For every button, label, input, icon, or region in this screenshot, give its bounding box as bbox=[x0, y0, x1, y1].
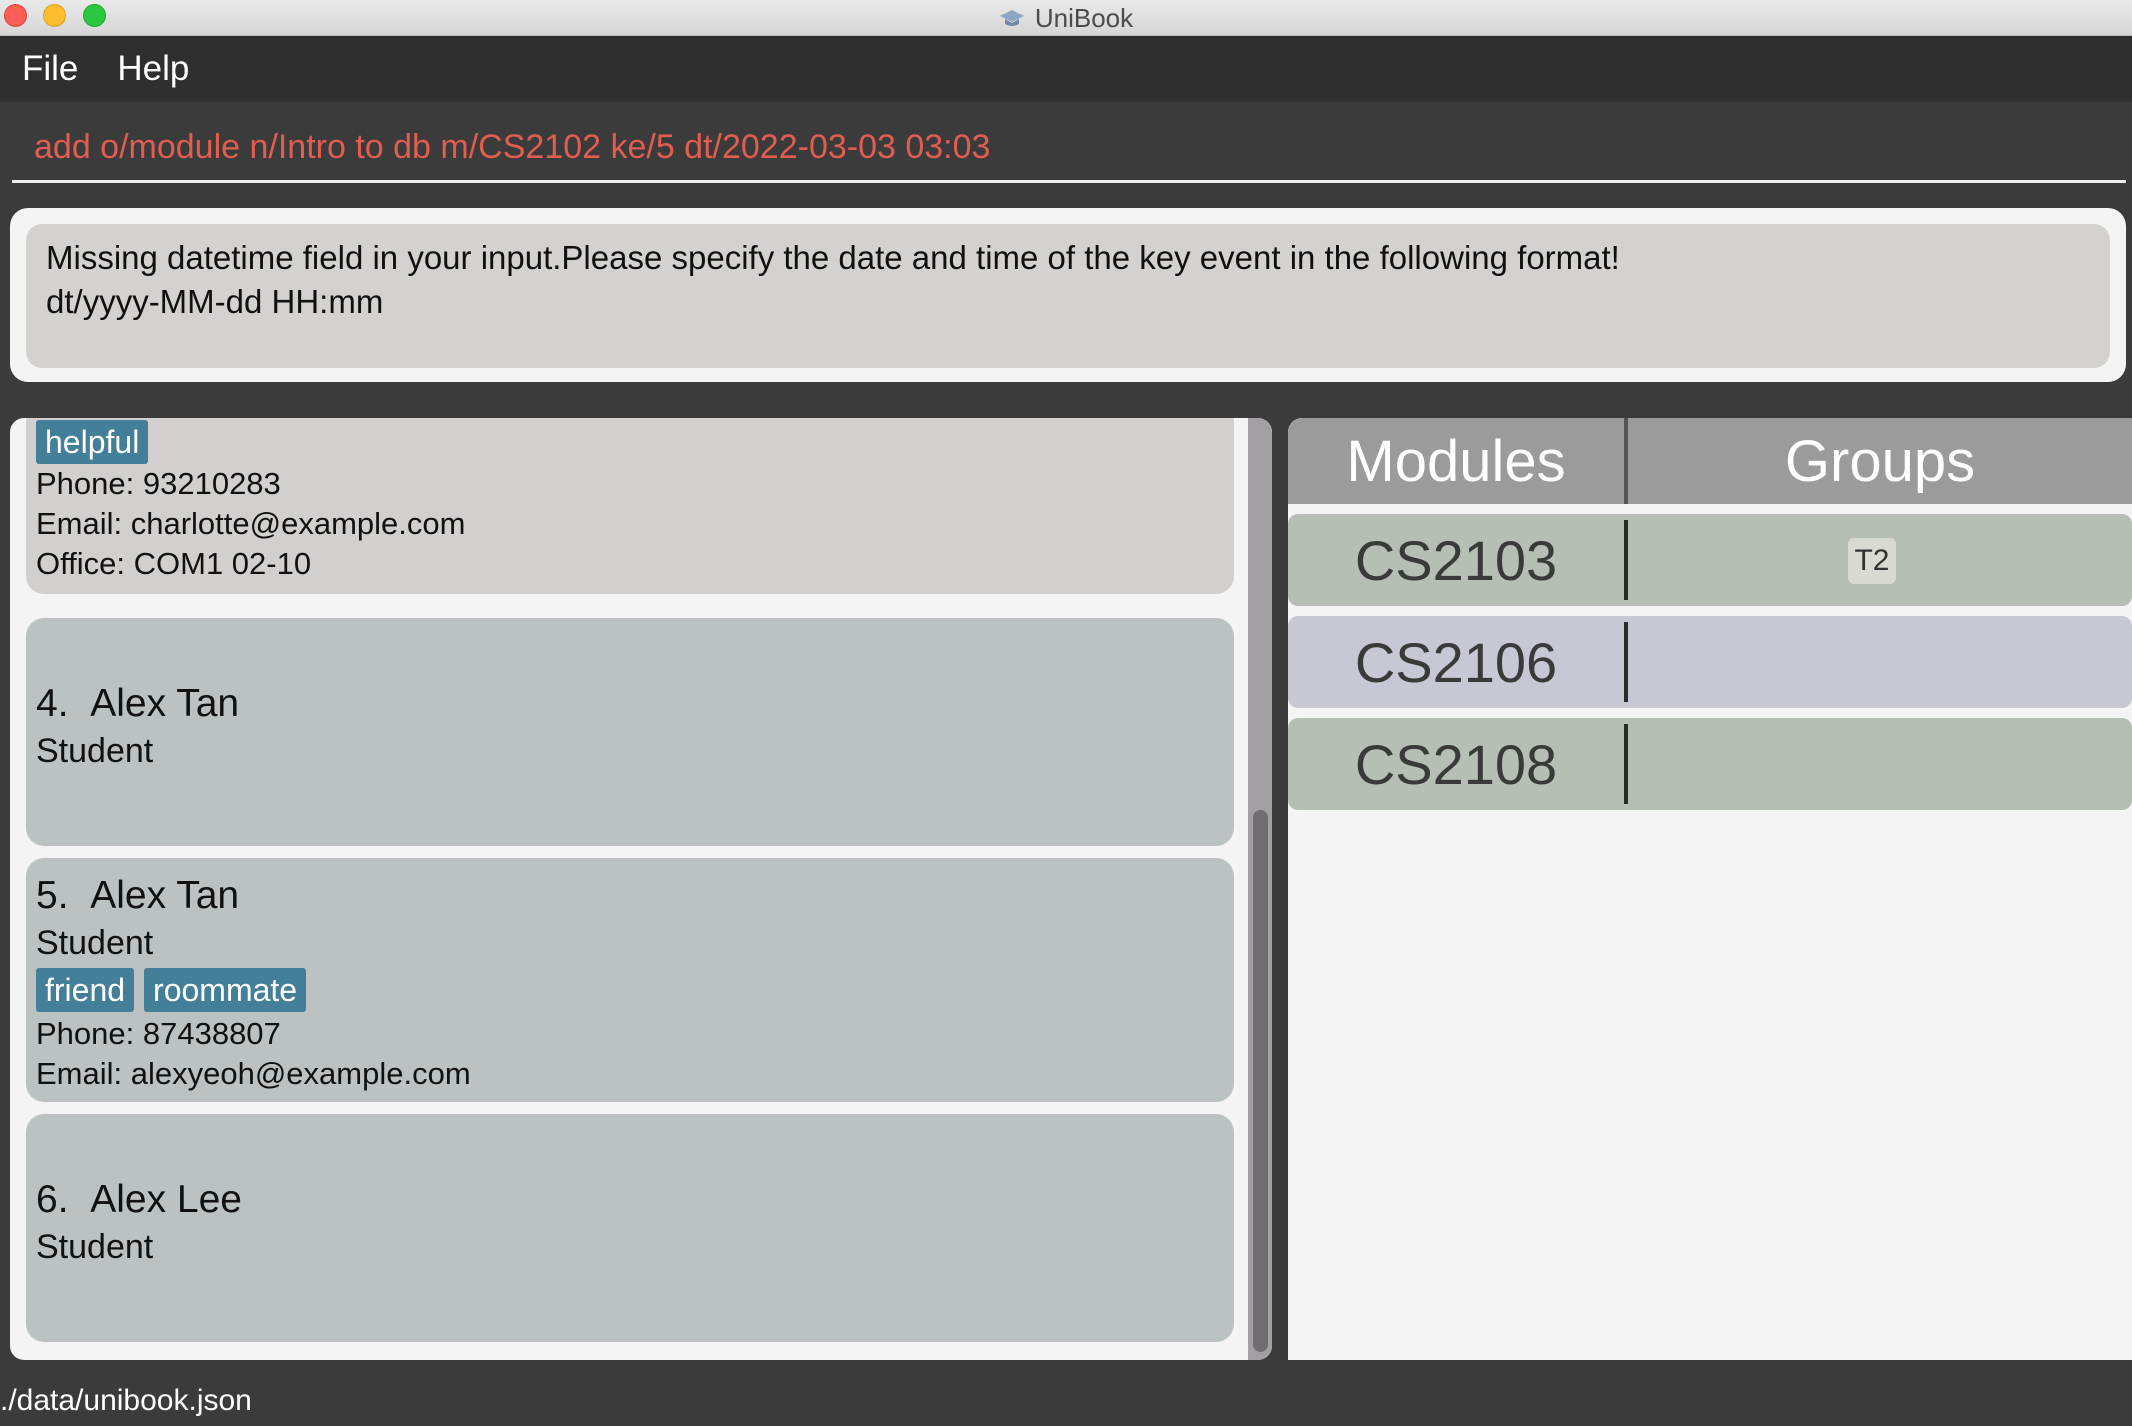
person-name: 5. Alex Tan bbox=[36, 874, 240, 917]
menu-file[interactable]: File bbox=[22, 49, 78, 89]
person-card[interactable]: 4. Alex Tan Student bbox=[26, 618, 1234, 846]
person-office: Office: COM1 02-10 bbox=[36, 546, 312, 581]
tag: helpful bbox=[36, 420, 149, 464]
modules-column-header: Modules bbox=[1346, 428, 1566, 494]
group-badge[interactable]: T2 bbox=[1848, 538, 1896, 584]
person-role: Student bbox=[36, 732, 154, 770]
command-input[interactable]: add o/module n/Intro to db m/CS2102 ke/5… bbox=[34, 128, 990, 167]
command-input-underline bbox=[12, 180, 2126, 183]
menu-bar: File Help bbox=[0, 36, 2132, 102]
tag: roommate bbox=[144, 968, 307, 1012]
person-name: 4. Alex Tan bbox=[36, 682, 240, 725]
person-card[interactable]: helpful Phone: 93210283 Email: charlotte… bbox=[26, 418, 1234, 594]
person-card[interactable]: 6. Alex Lee Student bbox=[26, 1114, 1234, 1342]
module-code: CS2103 bbox=[1354, 528, 1558, 592]
person-role: Student bbox=[36, 1228, 154, 1266]
module-table-header: Modules Groups bbox=[1288, 418, 2132, 504]
person-name: 6. Alex Lee bbox=[36, 1178, 242, 1221]
module-row[interactable]: CS2106 bbox=[1288, 616, 2132, 708]
result-message-line: Missing datetime field in your input.Ple… bbox=[46, 239, 1620, 276]
result-format-line: dt/yyyy-MM-dd HH:mm bbox=[46, 283, 384, 320]
tag: friend bbox=[36, 968, 135, 1012]
module-code: CS2106 bbox=[1354, 630, 1558, 694]
person-card[interactable]: 5. Alex Tan Student friend roommate Phone… bbox=[26, 858, 1234, 1102]
module-row[interactable]: CS2108 bbox=[1288, 718, 2132, 810]
person-list-scrollbar-thumb[interactable] bbox=[1253, 810, 1268, 1352]
person-phone: Phone: 87438807 bbox=[36, 1016, 281, 1051]
person-email: Email: charlotte@example.com bbox=[36, 506, 466, 541]
row-divider bbox=[1624, 622, 1628, 702]
row-divider bbox=[1624, 520, 1628, 600]
window-title-text: UniBook bbox=[1034, 2, 1134, 33]
status-bar: ./data/unibook.json bbox=[0, 1380, 2132, 1426]
person-role: Student bbox=[36, 924, 154, 962]
row-divider bbox=[1624, 724, 1628, 804]
module-code: CS2108 bbox=[1354, 732, 1558, 796]
person-list-panel[interactable]: helpful Phone: 93210283 Email: charlotte… bbox=[10, 418, 1272, 1360]
groups-column-header: Groups bbox=[1784, 428, 1976, 494]
window-title: UniBook bbox=[0, 0, 2132, 36]
graduation-cap-icon bbox=[999, 10, 1024, 26]
person-phone: Phone: 93210283 bbox=[36, 466, 281, 501]
save-file-path: ./data/unibook.json bbox=[0, 1384, 252, 1417]
module-row[interactable]: CS2103 T2 bbox=[1288, 514, 2132, 606]
result-display: Missing datetime field in your input.Ple… bbox=[26, 224, 2110, 368]
module-panel: Modules Groups CS2103 T2 CS2106 CS2108 bbox=[1288, 418, 2132, 1360]
person-email: Email: alexyeoh@example.com bbox=[36, 1056, 471, 1091]
menu-help[interactable]: Help bbox=[117, 49, 189, 89]
window-titlebar: UniBook bbox=[0, 0, 2132, 36]
